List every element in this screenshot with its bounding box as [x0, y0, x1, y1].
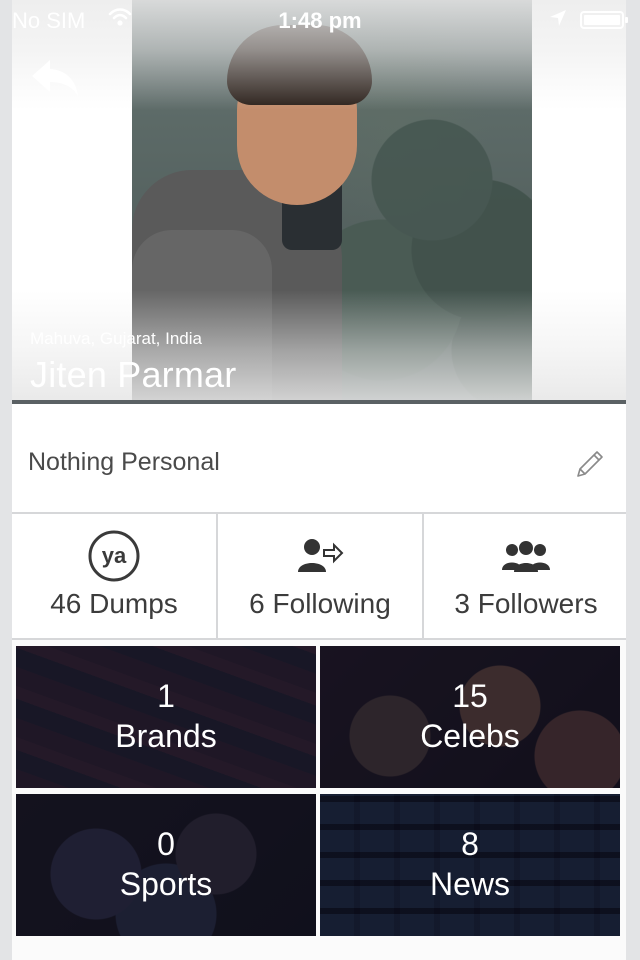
following-label: 6 Following — [249, 588, 391, 619]
profile-screen: Mahuva, Gujarat, India Jiten Parmar Noth… — [12, 0, 626, 960]
status-bar: No SIM 1:48 pm — [0, 0, 640, 40]
news-count: 8 — [461, 826, 479, 862]
brands-tile[interactable]: 1 Brands — [16, 646, 316, 788]
back-arrow-icon — [32, 60, 78, 96]
sports-count: 0 — [157, 826, 175, 862]
dumps-stat[interactable]: ya 46 Dumps — [12, 514, 216, 638]
sports-title: Sports — [119, 866, 213, 902]
news-tile[interactable]: 8 News — [320, 794, 620, 936]
celebs-title: Celebs — [420, 718, 520, 754]
status-row: Nothing Personal — [12, 404, 626, 514]
status-time: 1:48 pm — [278, 8, 362, 33]
location-arrow-icon — [548, 8, 568, 34]
followers-icon — [502, 541, 550, 572]
profile-name: Jiten Parmar — [30, 354, 237, 395]
celebs-count: 15 — [452, 678, 488, 714]
brands-count: 1 — [157, 678, 175, 714]
profile-header: Mahuva, Gujarat, India Jiten Parmar — [12, 0, 626, 400]
stats-bar: ya 46 Dumps 6 Following 3 Followers — [12, 514, 626, 640]
brands-title: Brands — [115, 718, 217, 754]
edit-status-button[interactable] — [572, 446, 608, 482]
status-text: Nothing Personal — [28, 448, 220, 476]
ya-logo-icon: ya — [88, 530, 140, 582]
celebs-tile[interactable]: 15 Celebs — [320, 646, 620, 788]
following-icon — [298, 539, 344, 572]
news-title: News — [429, 866, 510, 902]
battery-icon — [580, 11, 628, 29]
profile-location: Mahuva, Gujarat, India — [30, 329, 202, 348]
followers-label: 3 Followers — [454, 588, 598, 619]
back-button[interactable] — [30, 56, 82, 100]
pencil-icon — [577, 451, 603, 477]
following-stat[interactable]: 6 Following — [216, 514, 422, 638]
svg-text:ya: ya — [102, 543, 127, 568]
sports-tile[interactable]: 0 Sports — [16, 794, 316, 936]
followers-stat[interactable]: 3 Followers — [422, 514, 628, 638]
dumps-label: 46 Dumps — [50, 588, 178, 619]
